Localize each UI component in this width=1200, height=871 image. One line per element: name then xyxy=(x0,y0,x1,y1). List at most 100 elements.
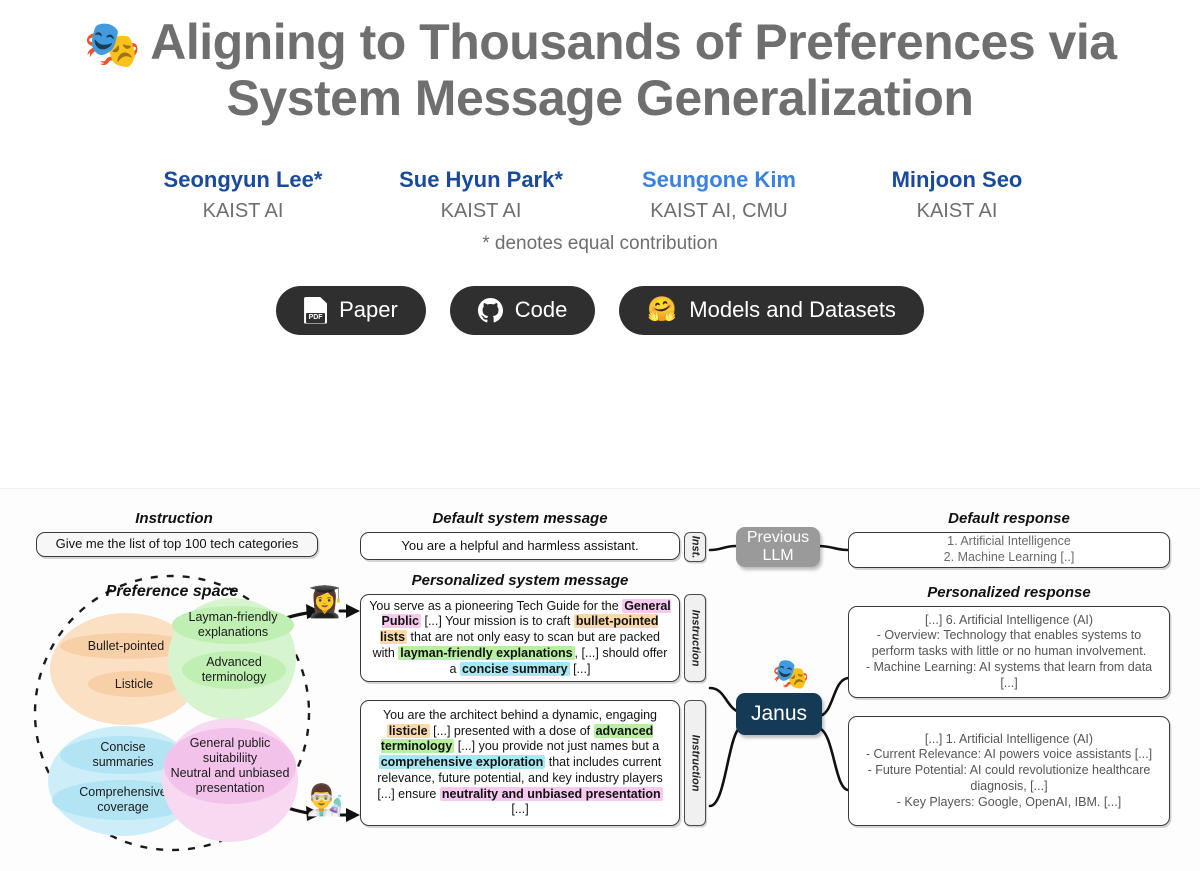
page-root: 🎭 Aligning to Thousands of Preferences v… xyxy=(0,0,1200,871)
pr1-line-1: [...] 6. Artificial Intelligence (AI) xyxy=(924,612,1094,627)
sys2-h4: neutrality and unbiased presentation xyxy=(439,786,663,801)
huggingface-icon: 🤗 xyxy=(647,296,678,323)
page-title-line-2: System Message Generalization xyxy=(226,70,974,126)
pr2-line-5: - Key Players: Google, OpenAI, IBM. [...… xyxy=(896,794,1122,809)
blob-label-concise-line2: summaries xyxy=(92,755,154,769)
sys1-t1: You serve as a pioneering Tech Guide for… xyxy=(369,598,623,613)
default-response-line-1: 1. Artificial Intelligence xyxy=(947,534,1071,549)
pr2-line-1: [...] 1. Artificial Intelligence (AI) xyxy=(924,731,1094,746)
default-response-text: 1. Artificial Intelligence 2. Machine Le… xyxy=(936,530,1083,570)
paper-button-label: Paper xyxy=(339,297,398,322)
personalized-response-text-1: [...] 6. Artificial Intelligence (AI) - … xyxy=(858,609,1160,696)
blob-label-general-line3: Neutral and unbiased xyxy=(170,766,290,780)
janus-label: Janus xyxy=(750,701,808,725)
theater-masks-icon: 🎭 xyxy=(83,18,141,70)
pdf-badge-label: PDF xyxy=(306,312,326,323)
instruction-box[interactable]: Give me the list of top 100 tech categor… xyxy=(36,532,318,557)
blob-label-general-line1: General public xyxy=(189,736,271,750)
janus-masks-icon: 🎭 xyxy=(772,658,810,691)
blob-label-general-public: General public suitabiliity Neutral and … xyxy=(164,728,296,804)
author-affiliation: KAIST AI xyxy=(202,199,284,222)
personalized-response-heading: Personalized response xyxy=(927,584,1091,601)
blob-label-general-line2: suitabiliity xyxy=(202,751,258,765)
previous-llm-node: Previous LLM xyxy=(736,527,820,567)
blob-label-layman: Layman-friendly explanations xyxy=(172,606,294,644)
blob-label-comprehensive-line2: coverage xyxy=(97,800,149,814)
paper-button[interactable]: PDF Paper xyxy=(276,285,426,335)
author-name[interactable]: Minjoon Seo xyxy=(838,166,1076,194)
blob-label-general-line4: presentation xyxy=(195,781,265,795)
author-affiliation: KAIST AI, CMU xyxy=(650,199,788,222)
scientist-avatar-icon: 👨‍🔬 xyxy=(306,784,344,817)
author-entry: Seungone Kim KAIST AI, CMU xyxy=(600,166,838,223)
author-list: Seongyun Lee* KAIST AI Sue Hyun Park* KA… xyxy=(0,166,1200,223)
default-system-message-heading: Default system message xyxy=(432,510,608,527)
sys2-t2: [...] presented with a dose of xyxy=(429,723,594,738)
instruction-tab-short-label: Inst. xyxy=(689,535,701,559)
default-response-line-2: 2. Machine Learning [..] xyxy=(943,550,1075,564)
sys2-t1: You are the architect behind a dynamic, … xyxy=(382,707,658,722)
instruction-text: Give me the list of top 100 tech categor… xyxy=(55,536,299,552)
personalized-response-box-2: [...] 1. Artificial Intelligence (AI) - … xyxy=(848,716,1170,826)
author-affiliation: KAIST AI xyxy=(916,199,998,222)
code-button[interactable]: Code xyxy=(449,285,596,335)
blob-label-advanced-line1: Advanced xyxy=(206,655,262,669)
models-datasets-button-label: Models and Datasets xyxy=(689,297,896,322)
sys1-h4: concise summary xyxy=(459,661,570,676)
personalized-response-text-2: [...] 1. Artificial Intelligence (AI) - … xyxy=(858,728,1160,815)
code-button-label: Code xyxy=(514,297,568,322)
default-system-message-box[interactable]: You are a helpful and harmless assistant… xyxy=(360,532,680,560)
pr1-line-2: - Overview: Technology that enables syst… xyxy=(876,628,1142,643)
sys1-t5: [...] xyxy=(569,661,591,676)
default-response-box: 1. Artificial Intelligence 2. Machine Le… xyxy=(848,532,1170,568)
sys2-t5: [...] xyxy=(511,802,529,817)
teaser-figure: Instruction Give me the list of top 100 … xyxy=(0,488,1200,871)
pr2-line-2: - Current Relevance: AI powers voice ass… xyxy=(865,747,1153,762)
hero-header: 🎭 Aligning to Thousands of Preferences v… xyxy=(0,0,1200,335)
author-name[interactable]: Seungone Kim xyxy=(600,166,838,194)
personalized-system-message-text-2: You are the architect behind a dynamic, … xyxy=(361,704,679,822)
personalized-system-message-heading: Personalized system message xyxy=(411,572,629,589)
personalized-system-message-box-1[interactable]: You serve as a pioneering Tech Guide for… xyxy=(360,594,680,682)
sys1-t2: [...] Your mission is to craft xyxy=(421,614,574,629)
student-avatar-icon: 👩‍🎓 xyxy=(306,586,344,619)
author-entry: Minjoon Seo KAIST AI xyxy=(838,166,1076,223)
equal-contribution-note: * denotes equal contribution xyxy=(482,232,718,254)
previous-llm-label-line2: LLM xyxy=(762,547,794,564)
author-entry: Seongyun Lee* KAIST AI xyxy=(124,166,362,223)
blob-label-advanced-line2: terminology xyxy=(201,670,267,684)
pr2-line-4: diagnosis, [...] xyxy=(970,778,1048,793)
sys2-t3: [...] you provide not just names but a xyxy=(454,739,660,754)
author-affiliation: KAIST AI xyxy=(440,199,522,222)
blob-label-concise-line1: Concise xyxy=(100,740,146,754)
instruction-tab-short[interactable]: Inst. xyxy=(684,532,706,562)
previous-llm-label-line1: Previous xyxy=(746,528,810,546)
pr2-line-3: - Future Potential: AI could revolutioni… xyxy=(867,763,1151,778)
personalized-response-box-1: [...] 6. Artificial Intelligence (AI) - … xyxy=(848,606,1170,698)
sys1-h3: layman-friendly explanations xyxy=(398,645,575,660)
author-name[interactable]: Seongyun Lee* xyxy=(124,166,362,194)
pr1-line-3: perform tasks with little or no human in… xyxy=(871,644,1147,659)
author-name[interactable]: Sue Hyun Park* xyxy=(362,166,600,194)
sys2-h1: listicle xyxy=(386,723,430,738)
blob-label-comprehensive-line1: Comprehensive xyxy=(79,785,167,799)
pr1-line-4: - Machine Learning: AI systems that lear… xyxy=(865,659,1153,674)
instruction-tab-long-2[interactable]: Instruction xyxy=(684,700,706,826)
models-datasets-button[interactable]: 🤗 Models and Datasets xyxy=(619,285,924,335)
sys2-h3: comprehensive exploration xyxy=(378,755,546,770)
instruction-tab-long-2-label: Instruction xyxy=(689,734,701,792)
janus-node: Janus xyxy=(736,693,822,735)
pr1-line-5: [...] xyxy=(1000,675,1018,690)
default-response-heading: Default response xyxy=(948,510,1070,527)
github-icon xyxy=(477,297,503,322)
blob-label-listicle: Listicle xyxy=(88,671,180,697)
instruction-tab-long-1[interactable]: Instruction xyxy=(684,594,706,682)
link-button-row: PDF Paper Code 🤗 Models and Datasets xyxy=(0,285,1200,335)
personalized-system-message-box-2[interactable]: You are the architect behind a dynamic, … xyxy=(360,700,680,826)
blob-label-layman-line1: Layman-friendly xyxy=(188,610,278,624)
page-title-text-1: Aligning to Thousands of Preferences via xyxy=(150,14,1117,70)
page-title-line-1: 🎭 Aligning to Thousands of Preferences v… xyxy=(0,14,1200,70)
pdf-icon: PDF xyxy=(304,296,328,324)
instruction-tab-long-1-label: Instruction xyxy=(689,609,701,667)
blob-label-advanced: Advanced terminology xyxy=(182,651,286,689)
